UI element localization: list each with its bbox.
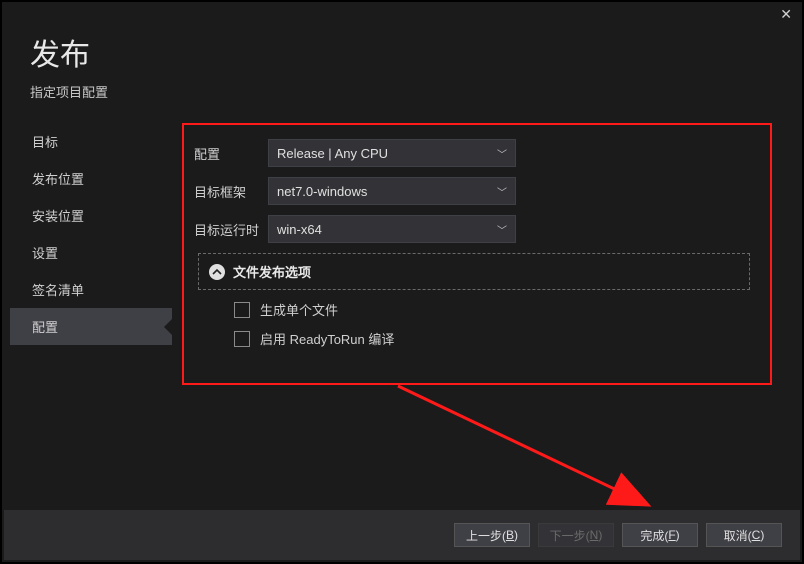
file-publish-options-expander[interactable]: 文件发布选项 bbox=[198, 253, 750, 290]
framework-label: 目标框架 bbox=[194, 182, 268, 201]
dialog-header: 发布 指定项目配置 bbox=[2, 2, 802, 101]
sidebar-item-label: 设置 bbox=[32, 246, 58, 261]
ready-to-run-label: 启用 ReadyToRun 编译 bbox=[260, 329, 394, 348]
framework-select[interactable]: net7.0-windows ﹀ bbox=[268, 177, 516, 205]
config-value: Release | Any CPU bbox=[277, 146, 388, 161]
sidebar-item-settings[interactable]: 设置 bbox=[10, 234, 172, 271]
next-button: 下一步(N) bbox=[538, 523, 614, 547]
config-select[interactable]: Release | Any CPU ﹀ bbox=[268, 139, 516, 167]
publish-dialog: ✕ 发布 指定项目配置 目标 发布位置 安装位置 设置 签名清单 配置 配置 R… bbox=[0, 0, 804, 564]
sidebar-item-label: 签名清单 bbox=[32, 283, 84, 298]
sidebar-item-target[interactable]: 目标 bbox=[10, 123, 172, 160]
config-label: 配置 bbox=[194, 144, 268, 163]
ready-to-run-checkbox[interactable] bbox=[234, 331, 250, 347]
runtime-select[interactable]: win-x64 ﹀ bbox=[268, 215, 516, 243]
runtime-label: 目标运行时 bbox=[194, 220, 268, 239]
chevron-down-icon: ﹀ bbox=[497, 146, 507, 161]
single-file-label: 生成单个文件 bbox=[260, 300, 338, 319]
single-file-checkbox[interactable] bbox=[234, 302, 250, 318]
sidebar-item-publish-location[interactable]: 发布位置 bbox=[10, 160, 172, 197]
sidebar-item-label: 配置 bbox=[32, 320, 58, 335]
dialog-title: 发布 bbox=[30, 30, 802, 74]
runtime-value: win-x64 bbox=[277, 222, 322, 237]
cancel-button[interactable]: 取消(C) bbox=[706, 523, 782, 547]
sidebar-item-label: 目标 bbox=[32, 135, 58, 150]
chevron-down-icon: ﹀ bbox=[497, 222, 507, 237]
sidebar-item-signing[interactable]: 签名清单 bbox=[10, 271, 172, 308]
back-button[interactable]: 上一步(B) bbox=[454, 523, 530, 547]
expand-up-icon bbox=[209, 264, 225, 280]
chevron-down-icon: ﹀ bbox=[497, 184, 507, 199]
dialog-footer: 上一步(B) 下一步(N) 完成(F) 取消(C) bbox=[4, 510, 800, 560]
finish-button[interactable]: 完成(F) bbox=[622, 523, 698, 547]
main-panel: 配置 Release | Any CPU ﹀ 目标框架 net7.0-windo… bbox=[172, 123, 802, 503]
framework-value: net7.0-windows bbox=[277, 184, 367, 199]
expander-label: 文件发布选项 bbox=[233, 262, 311, 281]
sidebar-item-install-location[interactable]: 安装位置 bbox=[10, 197, 172, 234]
sidebar-item-configuration[interactable]: 配置 bbox=[10, 308, 172, 345]
sidebar-item-label: 发布位置 bbox=[32, 172, 84, 187]
close-icon[interactable]: ✕ bbox=[780, 6, 792, 23]
wizard-sidebar: 目标 发布位置 安装位置 设置 签名清单 配置 bbox=[2, 123, 172, 503]
sidebar-item-label: 安装位置 bbox=[32, 209, 84, 224]
dialog-subtitle: 指定项目配置 bbox=[30, 82, 802, 101]
